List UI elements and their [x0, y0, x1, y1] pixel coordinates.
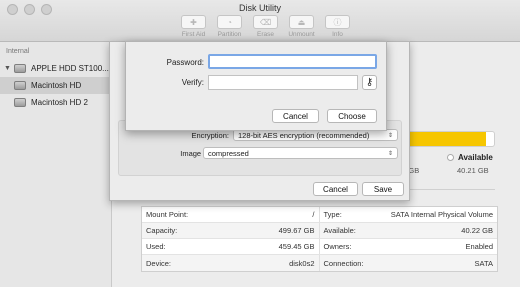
volume-icon — [14, 98, 26, 107]
divider — [398, 189, 495, 190]
table-row: Used: 459.45 GB Owners: Enabled — [142, 239, 497, 255]
info-value: 40.22 GB — [461, 226, 493, 235]
hard-disk-icon — [14, 64, 26, 73]
password-dialog: Password: Verify: ⚷ Cancel Choose — [125, 41, 387, 131]
window-title: Disk Utility — [239, 3, 281, 13]
info-label: Owners: — [323, 242, 352, 251]
table-row: Device: disk0s2 Connection: SATA — [142, 255, 497, 271]
info-value: SATA — [474, 258, 493, 268]
sidebar-section-internal: Internal — [6, 48, 30, 55]
info-value: 459.45 GB — [278, 242, 315, 251]
erase-icon: ⌫ — [253, 15, 278, 29]
used-space-fill — [399, 132, 487, 146]
info-label: Device: — [146, 258, 172, 268]
title-bar: Disk Utility ✚ First Aid ◔ Partition ⌫ E… — [0, 0, 520, 42]
toolbar-label: Erase — [257, 31, 274, 38]
toolbar-unmount-button[interactable]: ⏏ Unmount — [286, 15, 317, 38]
sidebar-item-macintosh-hd-2[interactable]: Macintosh HD 2 — [0, 94, 112, 111]
image-format-value: compressed — [208, 148, 249, 158]
toolbar-label: Partition — [217, 31, 242, 38]
password-field[interactable] — [208, 54, 377, 69]
info-label: Used: — [146, 242, 166, 251]
verify-field[interactable] — [208, 75, 358, 90]
password-cancel-button[interactable]: Cancel — [272, 109, 319, 123]
info-value: SATA Internal Physical Volume — [390, 210, 493, 219]
sidebar: Internal ▼ APPLE HDD ST100... Macintosh … — [0, 42, 112, 287]
info-label: Type: — [323, 210, 342, 219]
toolbar-label: First Aid — [181, 31, 206, 38]
available-legend-value: 40.21 GB — [457, 166, 489, 175]
partition-icon: ◔ — [217, 15, 242, 29]
password-label: Password: — [166, 58, 204, 67]
verify-input[interactable] — [209, 76, 357, 89]
sidebar-item-label: Macintosh HD — [31, 81, 82, 90]
toolbar: ✚ First Aid ◔ Partition ⌫ Erase ⏏ Unmoun… — [178, 15, 353, 38]
volume-info-table: Mount Point: / Type: SATA Internal Physica… — [141, 206, 498, 272]
disclosure-triangle-icon[interactable]: ▼ — [4, 65, 14, 72]
choose-button[interactable]: Choose — [327, 109, 377, 123]
info-value: Enabled — [465, 242, 493, 251]
info-label: Available: — [323, 226, 356, 235]
disk-usage-bar — [398, 131, 495, 147]
info-value: / — [312, 210, 315, 219]
password-input[interactable] — [210, 56, 375, 67]
toolbar-first-aid-button[interactable]: ✚ First Aid — [178, 15, 209, 38]
eject-icon: ⏏ — [289, 15, 314, 29]
toolbar-erase-button[interactable]: ⌫ Erase — [250, 15, 281, 38]
sidebar-item-label: APPLE HDD ST100... — [31, 64, 109, 73]
toolbar-partition-button[interactable]: ◔ Partition — [214, 15, 245, 38]
sheet-cancel-button[interactable]: Cancel — [313, 182, 358, 196]
info-icon: ⓘ — [325, 15, 350, 29]
key-icon[interactable]: ⚷ — [362, 75, 377, 90]
sidebar-item-apple-hdd[interactable]: ▼ APPLE HDD ST100... — [0, 60, 112, 77]
sidebar-item-macintosh-hd[interactable]: Macintosh HD — [0, 77, 112, 94]
stethoscope-icon: ✚ — [181, 15, 206, 29]
image-format-select[interactable]: compressed ⇕ — [203, 147, 398, 159]
available-legend-label: Available — [458, 153, 493, 162]
encryption-label: Encryption: — [191, 131, 229, 140]
sheet-save-button[interactable]: Save — [362, 182, 404, 196]
verify-label: Verify: — [181, 78, 204, 87]
info-label: Connection: — [323, 258, 364, 268]
info-label: Mount Point: — [146, 210, 189, 219]
table-row: Capacity: 499.67 GB Available: 40.22 GB — [142, 223, 497, 239]
toolbar-label: Info — [332, 31, 343, 38]
info-label: Capacity: — [146, 226, 178, 235]
encryption-value: 128-bit AES encryption (recommended) — [238, 130, 370, 140]
volume-icon — [14, 81, 26, 90]
toolbar-label: Unmount — [288, 31, 315, 38]
updown-arrows-icon: ⇕ — [387, 150, 393, 157]
table-row: Mount Point: / Type: SATA Internal Physica… — [142, 207, 497, 223]
info-value: disk0s2 — [289, 258, 315, 268]
toolbar-info-button[interactable]: ⓘ Info — [322, 15, 353, 38]
info-value: 499.67 GB — [278, 226, 315, 235]
available-legend-swatch — [447, 154, 454, 161]
sidebar-item-label: Macintosh HD 2 — [31, 98, 88, 107]
updown-arrows-icon: ⇕ — [387, 132, 393, 139]
